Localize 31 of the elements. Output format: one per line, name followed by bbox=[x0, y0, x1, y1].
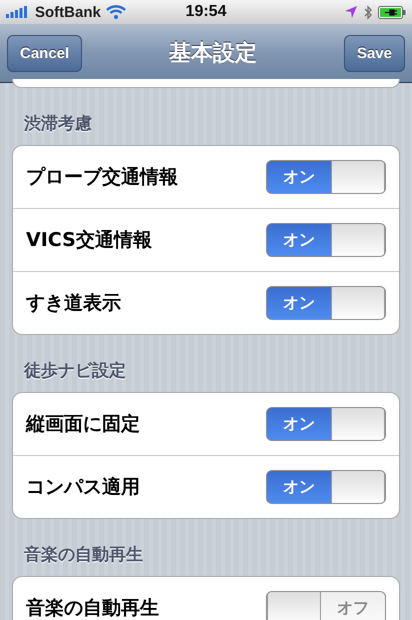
setting-label: コンパス適用 bbox=[26, 475, 140, 500]
switch-label: オン bbox=[282, 292, 316, 314]
screen-title: 基本設定 bbox=[169, 40, 258, 68]
bluetooth-icon bbox=[363, 4, 373, 20]
cancel-button[interactable]: Cancel bbox=[7, 34, 82, 72]
location-arrow-icon bbox=[344, 5, 358, 19]
section-header: 渋滞考慮 bbox=[23, 113, 93, 136]
switch-label: オン bbox=[282, 166, 316, 188]
toggle-switch[interactable]: オフ bbox=[266, 591, 386, 620]
toggle-switch[interactable]: オン bbox=[266, 223, 386, 257]
toggle-switch[interactable]: オン bbox=[266, 407, 386, 441]
save-button[interactable]: Save bbox=[344, 34, 405, 72]
switch-label: オン bbox=[282, 228, 316, 250]
toggle-switch[interactable]: オン bbox=[266, 160, 386, 194]
setting-label: VICS交通情報 bbox=[26, 228, 152, 253]
switch-label: オン bbox=[282, 412, 316, 434]
setting-label: 縦画面に固定 bbox=[26, 412, 140, 437]
status-time: 19:54 bbox=[186, 3, 226, 21]
section-header: 音楽の自動再生 bbox=[23, 544, 144, 567]
section-header: 徒歩ナビ設定 bbox=[22, 360, 127, 383]
switch-label: オフ bbox=[336, 596, 370, 618]
setting-label: すき道表示 bbox=[26, 291, 121, 316]
battery-icon bbox=[378, 6, 406, 18]
switch-label: オン bbox=[282, 476, 316, 498]
setting-label: 音楽の自動再生 bbox=[26, 596, 159, 620]
signal-icon bbox=[6, 6, 30, 18]
carrier-name: SoftBank bbox=[35, 4, 101, 20]
setting-label: プローブ交通情報 bbox=[26, 165, 178, 190]
wifi-icon bbox=[106, 5, 126, 19]
toggle-switch[interactable]: オン bbox=[266, 470, 386, 504]
toggle-switch[interactable]: オン bbox=[266, 286, 386, 320]
